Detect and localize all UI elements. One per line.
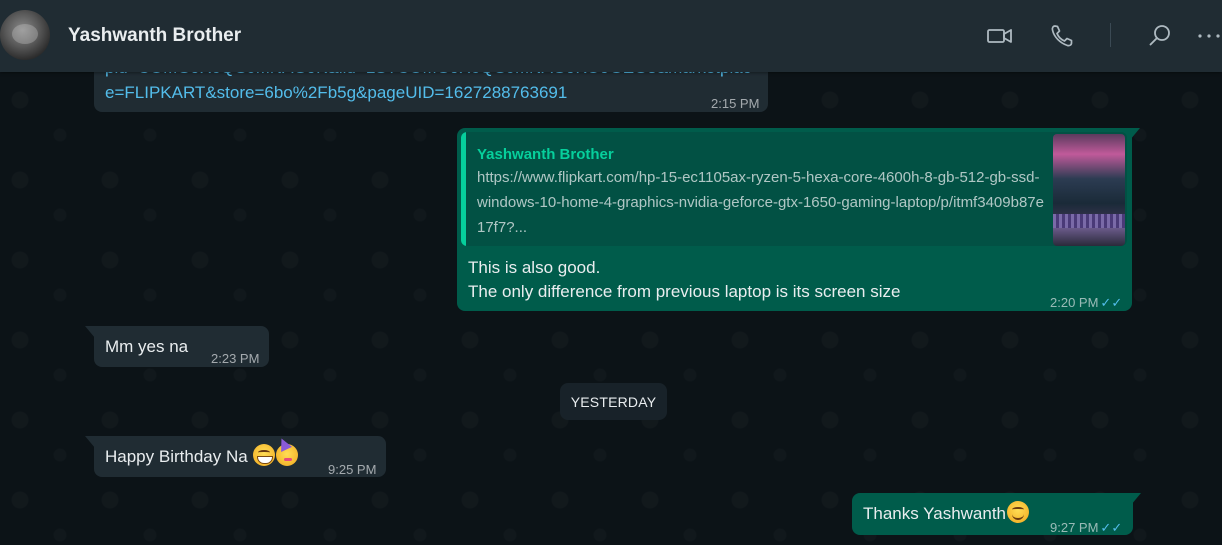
message-time: 9:25 PM bbox=[328, 462, 377, 477]
message-bubble-outgoing[interactable]: Yashwanth Brother https://www.flipkart.c… bbox=[457, 128, 1132, 311]
message-text: Mm yes na bbox=[105, 337, 189, 356]
quoted-message[interactable]: Yashwanth Brother https://www.flipkart.c… bbox=[461, 132, 1127, 246]
message-text: Happy Birthday Na bbox=[105, 447, 248, 466]
video-call-icon[interactable] bbox=[986, 22, 1014, 50]
quote-accent-bar bbox=[461, 132, 466, 246]
chat-header: Yashwanth Brother bbox=[0, 0, 1222, 72]
avatar[interactable] bbox=[0, 10, 50, 60]
message-bubble-incoming[interactable]: Mm yes na 2:23 PM bbox=[94, 326, 269, 367]
quoted-thumbnail-image bbox=[1053, 134, 1125, 246]
message-time-container: 9:27 PM ✓✓ bbox=[1050, 515, 1122, 540]
menu-icon[interactable] bbox=[1196, 22, 1222, 50]
quoted-text: https://www.flipkart.com/hp-15-ec1105ax-… bbox=[477, 169, 1044, 236]
voice-call-icon[interactable] bbox=[1048, 22, 1076, 50]
message-text: Thanks Yashwanth bbox=[863, 504, 1007, 523]
message-text-line-2: The only difference from previous laptop… bbox=[468, 282, 901, 301]
contact-name[interactable]: Yashwanth Brother bbox=[68, 25, 241, 47]
read-ticks-icon: ✓✓ bbox=[1100, 520, 1123, 535]
message-link-line-2[interactable]: e=FLIPKART&store=6bo%2Fb5g&pageUID=16272… bbox=[105, 80, 567, 105]
message-time: 2:15 PM bbox=[711, 96, 760, 111]
message-time: 9:27 PM bbox=[1050, 520, 1099, 535]
header-divider bbox=[1110, 23, 1111, 47]
message-time-container: 2:20 PM ✓✓ bbox=[1050, 290, 1122, 315]
read-ticks-icon: ✓✓ bbox=[1100, 295, 1123, 310]
message-bubble-incoming[interactable]: Happy Birthday Na 9:25 PM bbox=[94, 436, 386, 477]
search-icon[interactable] bbox=[1146, 22, 1174, 50]
message-text-line-1: This is also good. bbox=[468, 258, 601, 277]
partying-face-emoji-icon bbox=[276, 444, 299, 466]
message-text-container: Happy Birthday Na bbox=[105, 444, 299, 469]
message-text-container: Thanks Yashwanth bbox=[863, 501, 1030, 526]
smiling-face-emoji-icon bbox=[1007, 501, 1030, 523]
message-time: 2:20 PM bbox=[1050, 295, 1099, 310]
grinning-face-emoji-icon bbox=[253, 444, 276, 466]
message-bubble-outgoing[interactable]: Thanks Yashwanth 9:27 PM ✓✓ bbox=[852, 493, 1133, 535]
message-time: 2:23 PM bbox=[211, 351, 260, 366]
quoted-author: Yashwanth Brother bbox=[477, 146, 614, 163]
date-separator: YESTERDAY bbox=[560, 383, 667, 420]
